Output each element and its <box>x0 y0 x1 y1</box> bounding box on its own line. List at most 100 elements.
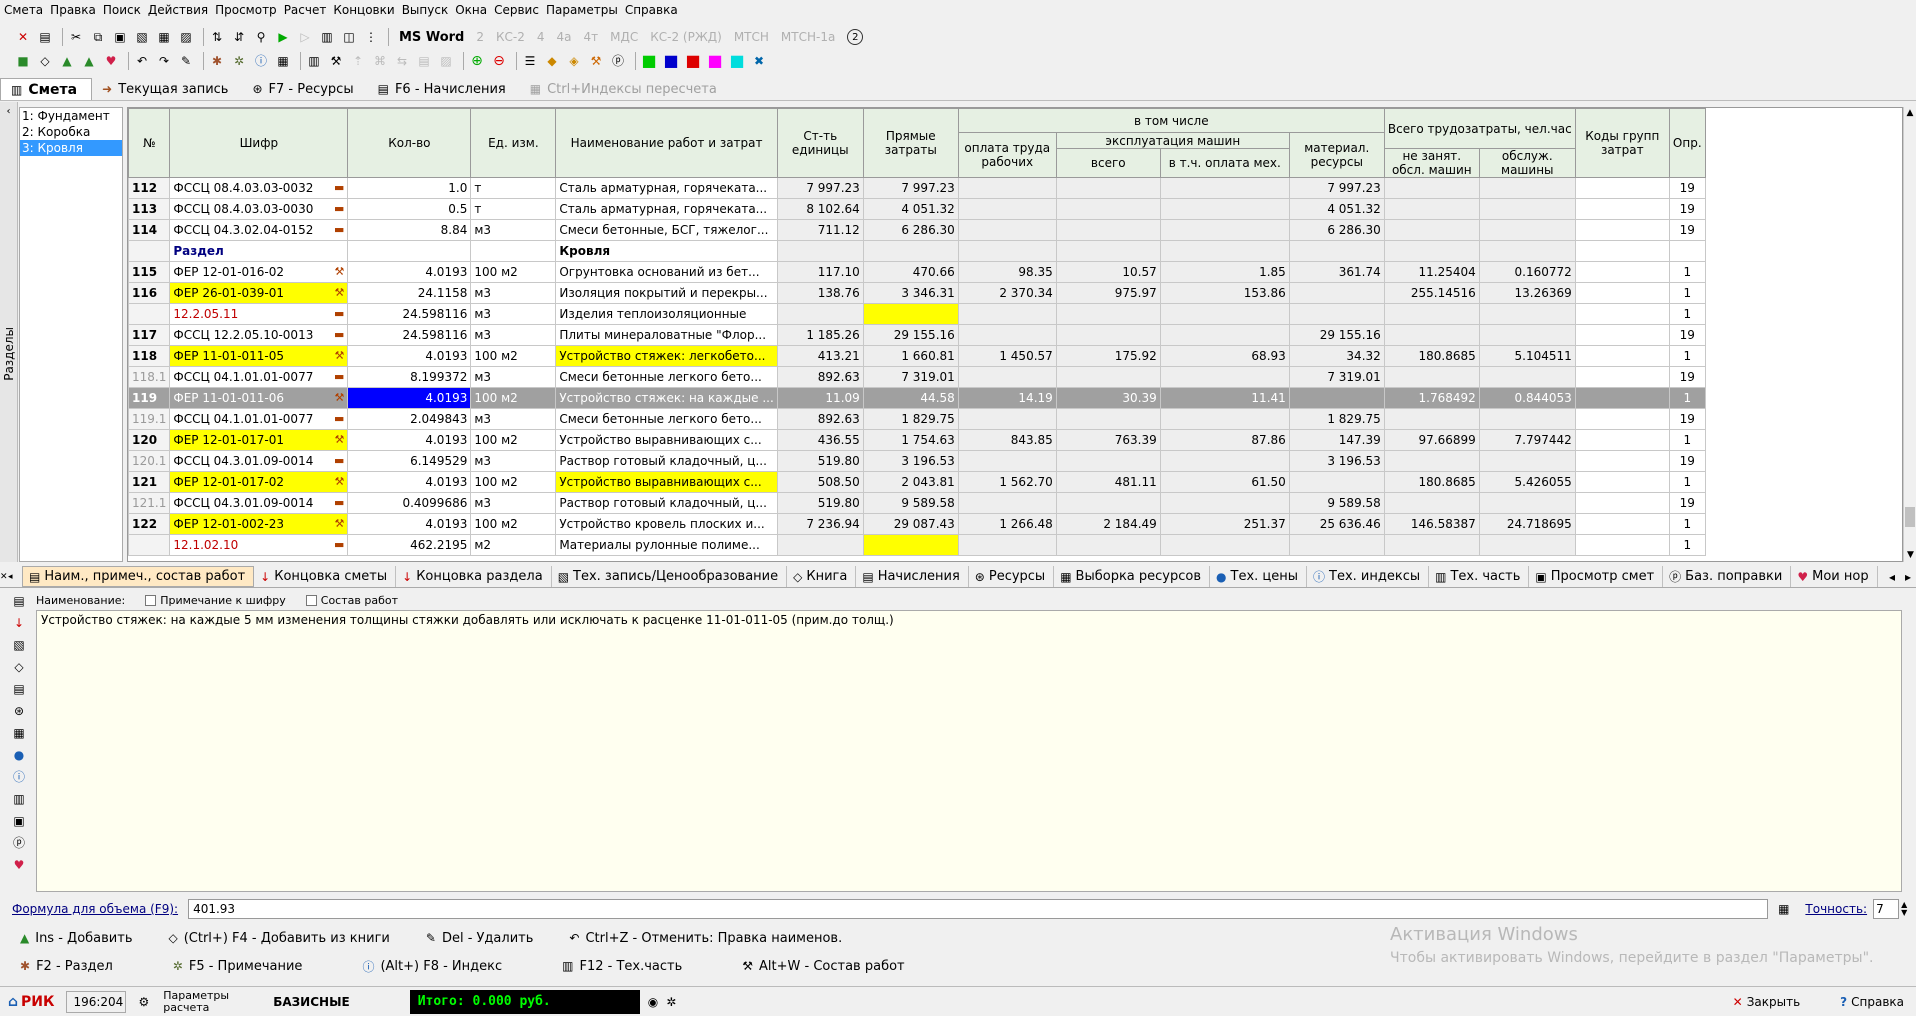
cell-uc[interactable]: 1 185.26 <box>776 324 864 346</box>
cell-dz[interactable]: 29 087.43 <box>862 513 959 535</box>
cell-opr[interactable]: 19 <box>1668 177 1706 199</box>
cell-qty[interactable]: 8.84 <box>347 219 472 241</box>
cell-ot[interactable]: 843.85 <box>957 429 1057 451</box>
copy-record-icon[interactable]: ▨ <box>177 28 195 46</box>
cell-om[interactable]: 68.93 <box>1159 345 1290 367</box>
cell-unit[interactable]: м3 <box>470 450 557 472</box>
cell-mr[interactable] <box>1288 387 1385 409</box>
cell-t2[interactable]: 7.797442 <box>1478 429 1576 451</box>
insert-icon[interactable]: ▲ <box>80 52 98 70</box>
menu-item-search[interactable]: Поиск <box>103 3 148 17</box>
tab-current-record[interactable]: ➜ Текущая запись <box>92 78 242 100</box>
cell-uc[interactable]: 519.80 <box>776 450 864 472</box>
cell-no[interactable] <box>128 240 171 262</box>
table-row[interactable]: 112 ФССЦ 08.4.03.03-0032 ▬ 1.0 т Сталь армату… <box>128 177 1706 199</box>
cell-no[interactable]: 117 <box>128 324 171 346</box>
info-icon[interactable]: ⓘ <box>13 766 25 788</box>
cell-no[interactable]: 121.1 <box>128 492 171 514</box>
cell-mr[interactable]: 4 051.32 <box>1288 198 1385 220</box>
cell-qty[interactable]: 8.199372 <box>347 366 472 388</box>
cell-em[interactable]: 175.92 <box>1055 345 1161 367</box>
cell-qty[interactable]: 4.0193 <box>347 387 472 409</box>
table-row[interactable]: 12.2.05.11 ▬ 24.598116 м3 Изделия теплоизоля… <box>128 303 1706 325</box>
cell-em[interactable]: 10.57 <box>1055 261 1161 283</box>
book-icon[interactable]: ◇ <box>14 656 23 678</box>
tech-part-icon[interactable]: ▥ <box>13 788 24 810</box>
section-item[interactable]: 3: Кровля <box>20 140 122 156</box>
cell-opr[interactable]: 1 <box>1668 387 1706 409</box>
cell-name[interactable]: Раствор готовый кладочный, ц... <box>555 450 778 472</box>
form-4-button[interactable]: 4 <box>537 30 545 44</box>
tab-charges[interactable]: ▤ F6 - Начисления <box>368 78 520 100</box>
col-header-code[interactable]: Шифр <box>169 108 349 178</box>
cell-no[interactable] <box>128 303 171 325</box>
scissor-icon[interactable]: ⌘ <box>371 52 389 70</box>
collapse-icon[interactable]: ‹ <box>7 106 11 117</box>
heart-icon[interactable]: ♥ <box>102 52 120 70</box>
form-ks2-rzd-button[interactable]: КС-2 (РЖД) <box>650 30 722 44</box>
cell-code[interactable]: 12.2.05.11 ▬ <box>169 303 349 325</box>
cell-t1[interactable] <box>1383 324 1480 346</box>
cell-em[interactable] <box>1055 324 1161 346</box>
cell-ot[interactable] <box>957 492 1057 514</box>
form-4t-button[interactable]: 4т <box>584 30 599 44</box>
cell-unit[interactable]: 100 м2 <box>470 429 557 451</box>
cell-dz[interactable]: 29 155.16 <box>862 324 959 346</box>
cell-mr[interactable]: 3 196.53 <box>1288 450 1385 472</box>
cyan-color-icon[interactable]: ■ <box>728 52 746 70</box>
gear-icon[interactable]: ⚙ <box>138 995 149 1009</box>
cell-ot[interactable] <box>957 177 1057 199</box>
refresh-icon[interactable]: ◉ <box>648 995 658 1009</box>
cell-name[interactable]: Устройство кровель плоских и... <box>555 513 778 535</box>
cell-unit[interactable]: м3 <box>470 303 557 325</box>
cell-em[interactable] <box>1055 492 1161 514</box>
cell-qty[interactable]: 462.2195 <box>347 534 472 556</box>
pi-icon[interactable]: ⓟ <box>13 832 25 854</box>
tab-resource-selection[interactable]: ▦ Выборка ресурсов <box>1054 566 1211 587</box>
cell-code[interactable]: ФССЦ 04.1.01.01-0077 ▬ <box>169 408 349 430</box>
cell-name[interactable]: Плиты минераловатные "Флор... <box>555 324 778 346</box>
cell-qty[interactable]: 24.1158 <box>347 282 472 304</box>
add-record-icon[interactable]: ▲ <box>58 52 76 70</box>
cell-no[interactable]: 122 <box>128 513 171 535</box>
cell-code[interactable]: ФССЦ 08.4.03.03-0030 ▬ <box>169 198 349 220</box>
cell-dz[interactable]: 7 319.01 <box>862 366 959 388</box>
cell-t2[interactable]: 24.718695 <box>1478 513 1576 535</box>
cell-qty[interactable]: 4.0193 <box>347 261 472 283</box>
cell-name[interactable]: Устройство стяжек: на каждые ... <box>555 387 778 409</box>
blue-color-icon[interactable]: ■ <box>662 52 680 70</box>
tab-tech-prices[interactable]: ● Тех. цены <box>1210 566 1308 587</box>
cell-em[interactable]: 481.11 <box>1055 471 1161 493</box>
redo-icon[interactable]: ↷ <box>155 52 173 70</box>
cell-unit[interactable]: м3 <box>470 282 557 304</box>
cell-opr[interactable]: 1 <box>1668 513 1706 535</box>
cell-kg[interactable] <box>1574 261 1670 283</box>
table-row[interactable]: 121 ФЕР 12-01-017-02 ⚒ 4.0193 100 м2 Устройст… <box>128 471 1706 493</box>
price-mode[interactable]: БАЗИСНЫЕ <box>273 995 349 1009</box>
cell-em[interactable] <box>1055 408 1161 430</box>
calc-icon[interactable]: ▤ <box>13 678 24 700</box>
section-item[interactable]: 2: Коробка <box>20 124 122 140</box>
prices-icon[interactable]: ● <box>14 744 24 766</box>
cell-ot[interactable] <box>957 303 1057 325</box>
book-icon[interactable]: ▥ <box>305 52 323 70</box>
pin-icon[interactable]: ⇡ <box>349 52 367 70</box>
cell-dz[interactable]: 6 286.30 <box>862 219 959 241</box>
cell-empty[interactable] <box>1288 240 1385 262</box>
cell-unit[interactable]: 100 м2 <box>470 345 557 367</box>
formula-input[interactable]: 401.93 <box>188 899 1769 919</box>
cell-uc[interactable]: 519.80 <box>776 492 864 514</box>
cell-no[interactable] <box>128 534 171 556</box>
cell-t1[interactable] <box>1383 303 1480 325</box>
cell-om[interactable] <box>1159 198 1290 220</box>
cell-name[interactable]: Кровля <box>555 240 778 262</box>
cell-t1[interactable] <box>1383 177 1480 199</box>
table-row[interactable]: 116 ФЕР 26-01-039-01 ⚒ 24.1158 м3 Изоляция по… <box>128 282 1706 304</box>
tab-view-smeta[interactable]: ▣ Просмотр смет <box>1529 566 1664 587</box>
calculator-icon[interactable]: ▦ <box>1778 902 1789 916</box>
tab-tech-part[interactable]: ▥ Тех. часть <box>1429 566 1530 587</box>
col-header-unit-cost[interactable]: Ст-ть единицы <box>776 108 864 178</box>
cell-opr[interactable]: 1 <box>1668 429 1706 451</box>
cell-om[interactable]: 61.50 <box>1159 471 1290 493</box>
col-header-cost-codes[interactable]: Коды групп затрат <box>1574 108 1670 178</box>
